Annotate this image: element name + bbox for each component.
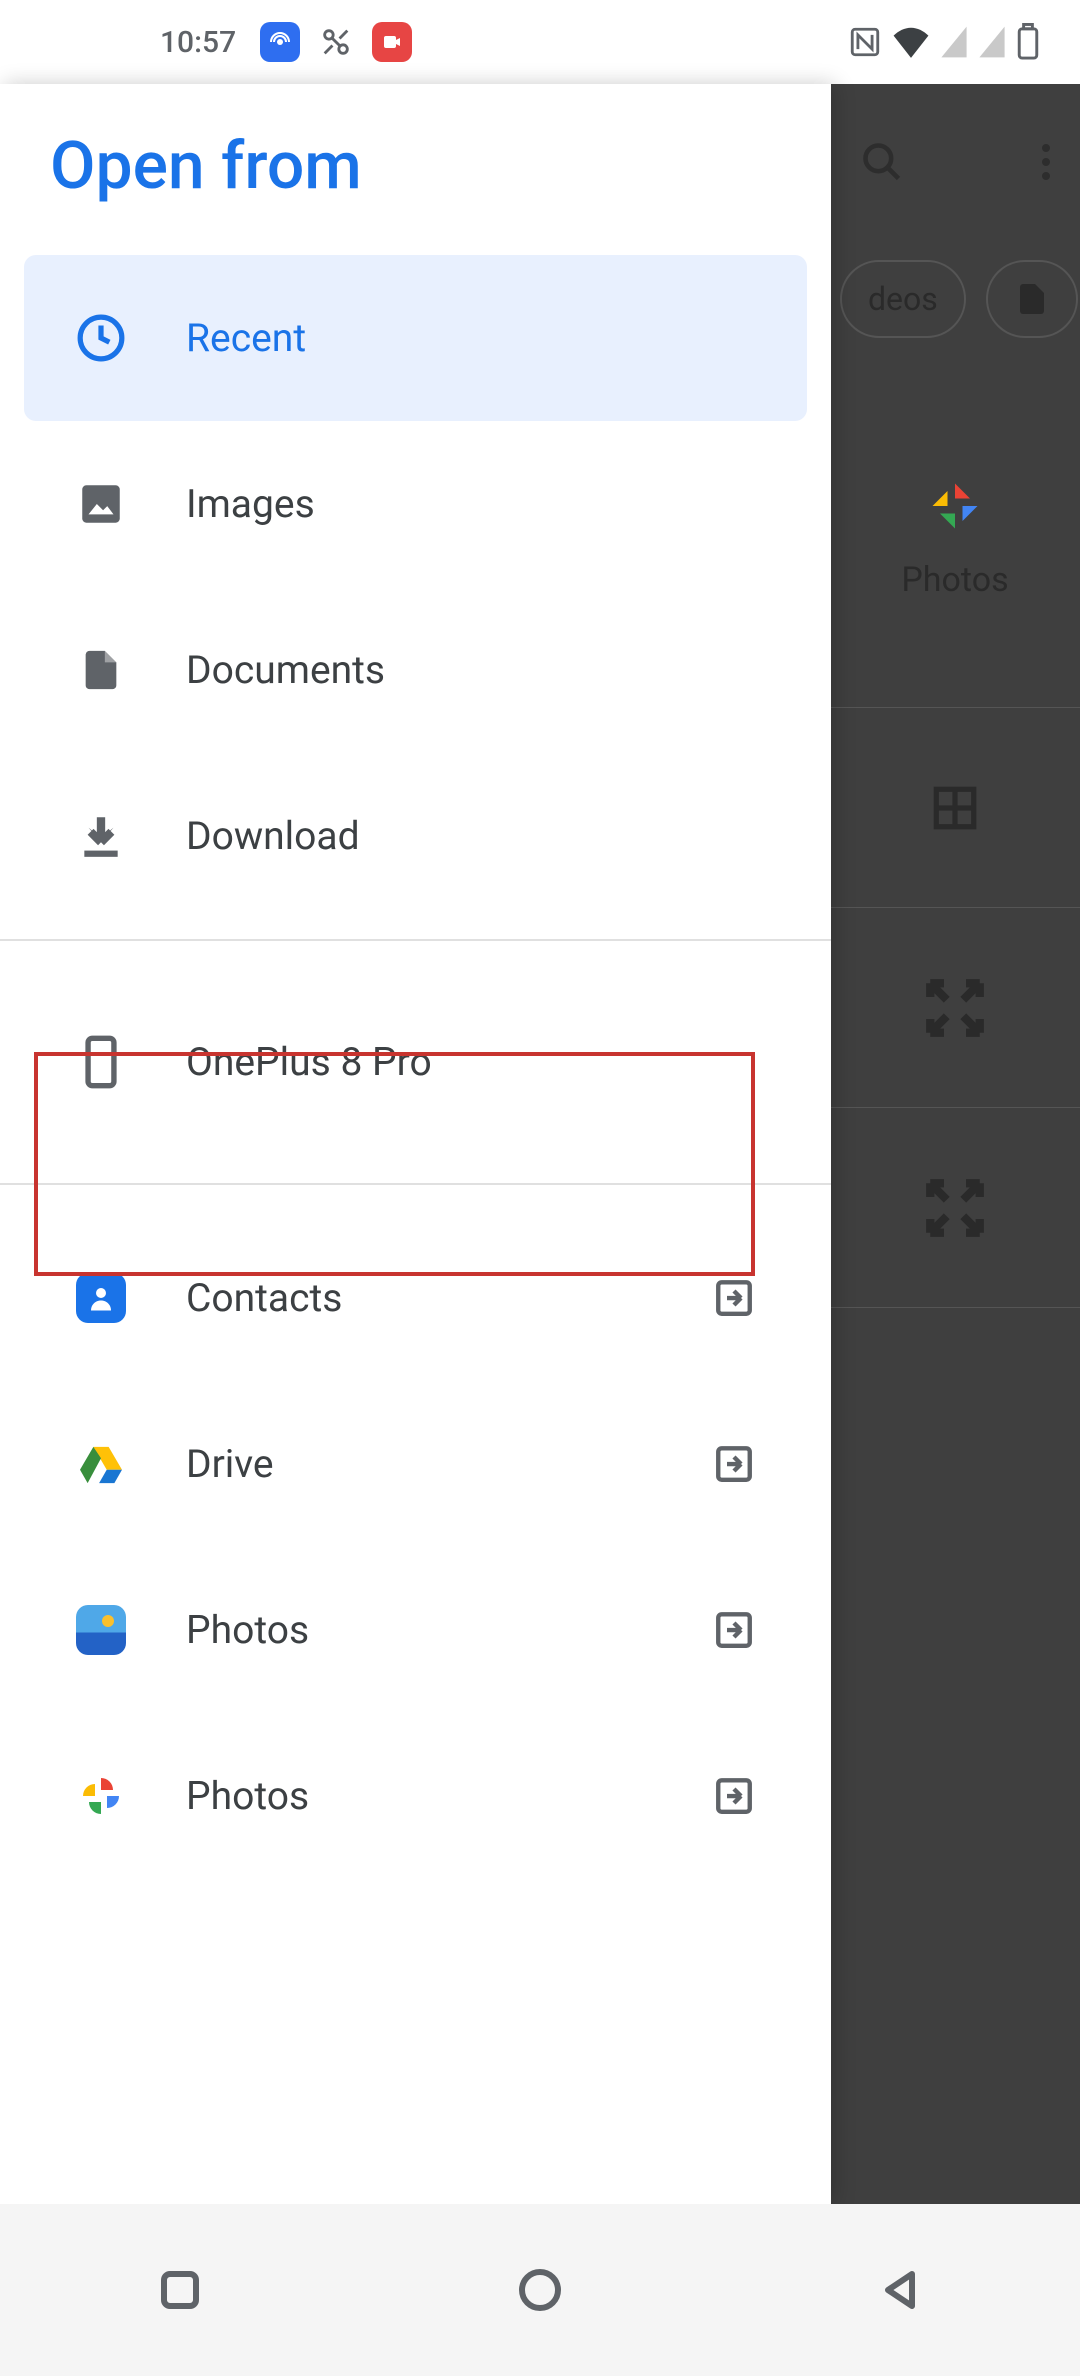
download-icon bbox=[76, 811, 126, 861]
drawer-label-drive: Drive bbox=[186, 1441, 653, 1487]
drawer-label-documents: Documents bbox=[186, 647, 755, 693]
bg-photos-label: Photos bbox=[901, 560, 1008, 600]
signal-icon-1 bbox=[940, 25, 968, 59]
contacts-app-icon bbox=[76, 1273, 126, 1323]
more-options-icon bbox=[1042, 144, 1050, 180]
recent-apps-button[interactable] bbox=[156, 2266, 204, 2314]
drawer-label-photos-google: Photos bbox=[186, 1773, 653, 1819]
cast-icon bbox=[260, 22, 300, 62]
image-icon bbox=[76, 479, 126, 529]
grid-view-icon bbox=[930, 783, 980, 833]
back-button[interactable] bbox=[876, 2266, 924, 2314]
wifi-icon bbox=[892, 25, 930, 59]
status-bar: 10:57 bbox=[0, 0, 1080, 84]
drive-app-icon bbox=[76, 1439, 126, 1489]
document-icon bbox=[76, 645, 126, 695]
drawer-item-documents[interactable]: Documents bbox=[24, 587, 807, 753]
search-icon bbox=[860, 140, 904, 184]
drawer-item-download[interactable]: Download bbox=[24, 753, 807, 919]
drawer-item-contacts[interactable]: Contacts bbox=[24, 1215, 807, 1381]
chip-documents bbox=[986, 260, 1078, 338]
screenshot-icon bbox=[316, 22, 356, 62]
navigation-bar bbox=[0, 2204, 1080, 2376]
drawer-item-device[interactable]: OnePlus 8 Pro bbox=[0, 941, 831, 1183]
battery-icon bbox=[1016, 23, 1040, 61]
status-time: 10:57 bbox=[160, 25, 236, 60]
chip-videos: deos bbox=[840, 260, 966, 338]
screen-record-icon bbox=[372, 22, 412, 62]
drawer-item-photos-google[interactable]: Photos bbox=[24, 1713, 807, 1879]
nfc-icon bbox=[848, 25, 882, 59]
fullscreen-icon-2 bbox=[922, 1175, 988, 1241]
google-photos-app-icon bbox=[76, 1771, 126, 1821]
launch-icon bbox=[713, 1443, 755, 1485]
phone-icon bbox=[76, 1037, 126, 1087]
signal-icon-2 bbox=[978, 25, 1006, 59]
drawer-label-download: Download bbox=[186, 813, 755, 859]
drawer-label-images: Images bbox=[186, 481, 755, 527]
drawer-label-recent: Recent bbox=[186, 315, 755, 361]
launch-icon bbox=[713, 1609, 755, 1651]
background-dimmed-content: deos Photos bbox=[830, 84, 1080, 2204]
open-from-drawer: Open from Recent Images Documents Downlo… bbox=[0, 84, 831, 2204]
drawer-label-device: OnePlus 8 Pro bbox=[186, 1039, 755, 1085]
bg-photos-source: Photos bbox=[830, 438, 1080, 638]
drawer-item-photos-local[interactable]: Photos bbox=[24, 1547, 807, 1713]
drawer-item-drive[interactable]: Drive bbox=[24, 1381, 807, 1547]
clock-icon bbox=[76, 313, 126, 363]
gallery-app-icon bbox=[76, 1605, 126, 1655]
drawer-title: Open from bbox=[0, 84, 831, 255]
launch-icon bbox=[713, 1277, 755, 1319]
drawer-item-images[interactable]: Images bbox=[24, 421, 807, 587]
fullscreen-icon bbox=[922, 975, 988, 1041]
drawer-item-recent[interactable]: Recent bbox=[24, 255, 807, 421]
drawer-label-photos-local: Photos bbox=[186, 1607, 653, 1653]
drawer-label-contacts: Contacts bbox=[186, 1275, 653, 1321]
launch-icon bbox=[713, 1775, 755, 1817]
home-button[interactable] bbox=[516, 2266, 564, 2314]
